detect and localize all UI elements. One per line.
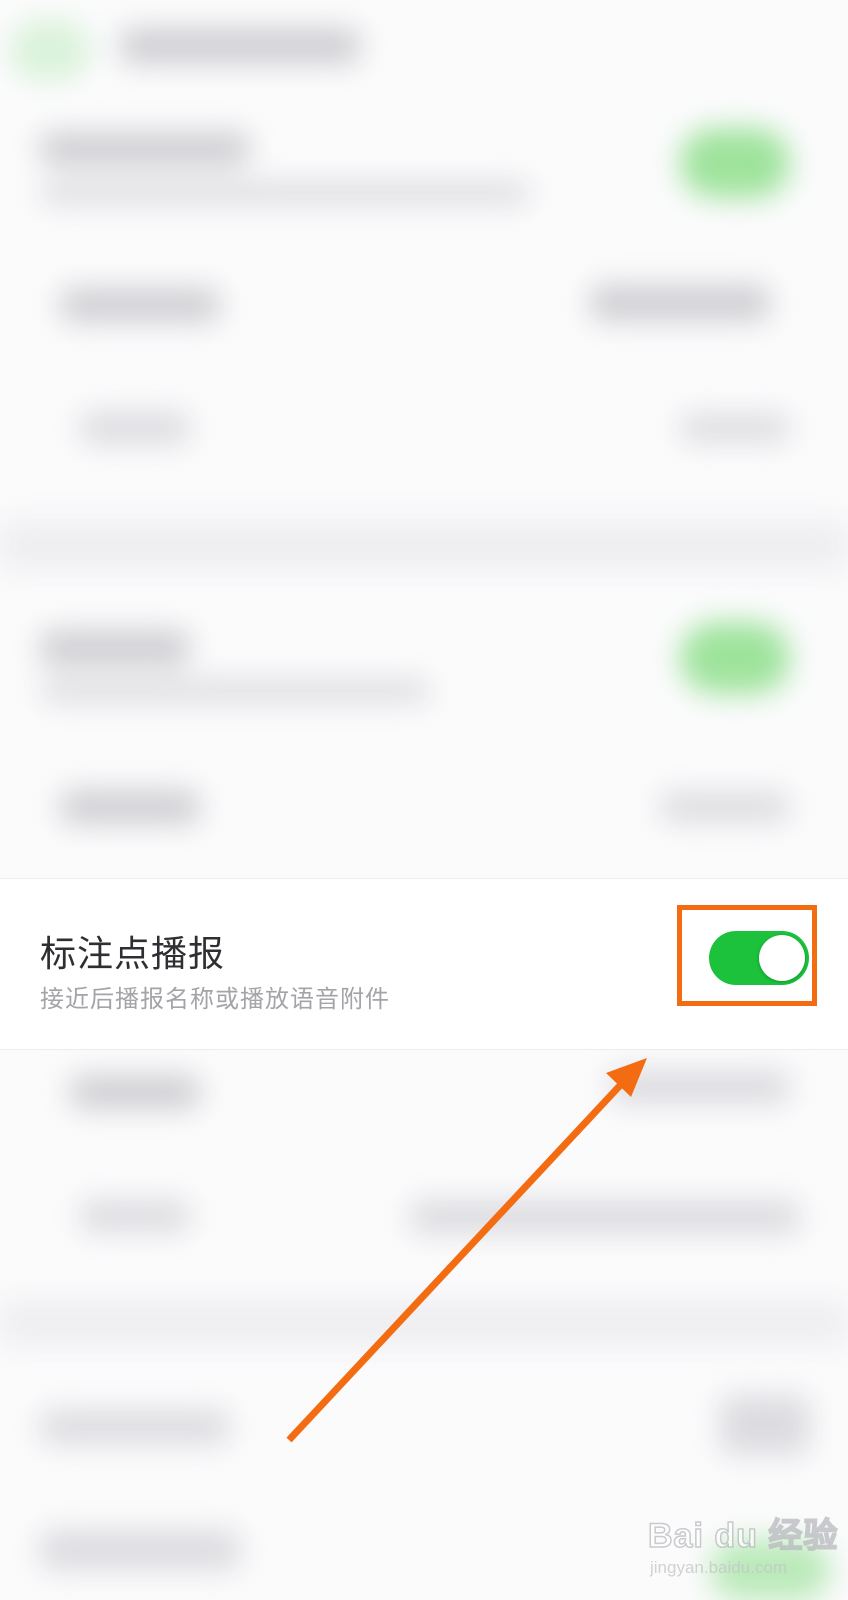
annotation-broadcast-toggle[interactable] [709, 931, 809, 985]
setting-title: 标注点播报 [40, 934, 226, 975]
blurred-background [0, 0, 848, 1600]
watermark-brand: Bai du 经验 [647, 1516, 839, 1556]
settings-screen: 标注点播报 接近后播报名称或播放语音附件 Bai du 经验 jingyan.b… [0, 0, 848, 1600]
watermark-url: jingyan.baidu.com [650, 1558, 788, 1577]
annotation-broadcast-setting-row[interactable]: 标注点播报 接近后播报名称或播放语音附件 [0, 878, 848, 1050]
setting-subtitle: 接近后播报名称或播放语音附件 [40, 985, 390, 1013]
baidu-jingyan-watermark: Bai du 经验 jingyan.baidu.com [647, 1508, 838, 1588]
toggle-knob [759, 935, 805, 981]
